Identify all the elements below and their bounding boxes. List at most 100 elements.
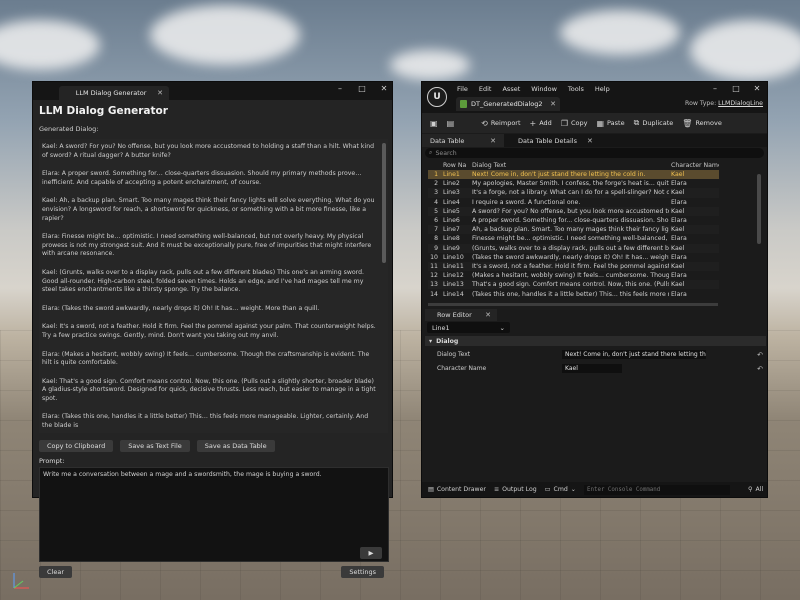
close-window-icon[interactable]: ✕ (380, 84, 388, 93)
send-button[interactable]: ▶ (360, 547, 382, 559)
maximize-icon[interactable]: □ (732, 84, 740, 93)
content-drawer-label: Content Drawer (436, 486, 486, 493)
cloud (150, 5, 300, 65)
reset-icon[interactable]: ↶ (757, 365, 763, 373)
axis-gizmo (13, 573, 29, 589)
table-row[interactable]: 10 Line10 (Takes the sword awkwardly, near… (428, 253, 719, 262)
dialog-text-cell: (Takes this one, handles it a little bet… (472, 290, 669, 298)
row-name-cell: Line13 (443, 281, 464, 289)
dialog-line: Kael: (Grunts, walks over to a display r… (42, 268, 364, 294)
all-label: All (755, 486, 764, 493)
table-row[interactable]: 1 Line1 Next! Come in, don't just stand th… (428, 170, 719, 180)
table-row[interactable]: 7 Line7 Ah, a backup plan. Smart. Too many… (428, 225, 719, 235)
menu-asset[interactable]: Asset (502, 85, 520, 93)
row-number: 12 (430, 272, 438, 280)
add-icon: + (529, 118, 537, 128)
search-icon: ⌕ (429, 149, 433, 156)
window-controls: – □ ✕ (711, 84, 761, 93)
save-text-file-button[interactable]: Save as Text File (120, 440, 190, 452)
output-log-button[interactable]: ≡ Output Log (494, 486, 537, 493)
paste-button[interactable]: ▦ Paste (596, 119, 624, 128)
minimize-icon[interactable]: – (711, 84, 719, 93)
maximize-icon[interactable]: □ (358, 84, 366, 93)
property-dialog-text: Dialog Text Next! Come in, don't just st… (425, 348, 766, 361)
table-row[interactable]: 13 Line13 That's a good sign. Comfort mean… (428, 280, 719, 290)
scrollbar[interactable] (757, 174, 761, 244)
save-icon[interactable]: ▣ (430, 119, 438, 128)
generated-dialog-output[interactable]: Kael: A sword? For you? No offense, but … (39, 139, 388, 433)
row-select[interactable]: Line1 ⌄ (427, 322, 510, 333)
save-data-table-button[interactable]: Save as Data Table (196, 440, 275, 452)
menu-window[interactable]: Window (531, 85, 557, 93)
tab-data-table-details[interactable]: Data Table Details ✕ (510, 134, 601, 147)
row-number: 1 (434, 171, 438, 179)
minimize-icon[interactable]: – (336, 84, 344, 93)
column-header-character-name[interactable]: Character Name (669, 162, 719, 169)
close-icon[interactable]: ✕ (485, 311, 491, 319)
tab-data-table[interactable]: Data Table ✕ (422, 134, 504, 147)
column-header-row-name[interactable]: Row Na (441, 162, 470, 169)
table-row[interactable]: 3 Line3 It's a forge, not a library. What … (428, 188, 719, 198)
tab-llm-dialog-generator[interactable]: LLM Dialog Generator ✕ (59, 86, 169, 100)
menu-help[interactable]: Help (595, 85, 610, 93)
row-number: 6 (434, 217, 438, 225)
output-log-icon: ≡ (493, 486, 500, 493)
row-type-link[interactable]: LLMDialogLine (718, 100, 763, 107)
copy-button[interactable]: ❐ Copy (561, 119, 588, 128)
dialog-text-cell: A proper sword. Something for... close-q… (472, 217, 669, 225)
close-icon[interactable]: ✕ (550, 100, 556, 108)
table-row[interactable]: 8 Line8 Finesse might be... optimistic. I … (428, 234, 719, 243)
all-button[interactable]: ⚲ All (748, 486, 763, 493)
copy-to-clipboard-button[interactable]: Copy to Clipboard (39, 440, 114, 452)
dialog-text-field[interactable]: Next! Come in, don't just stand there le… (562, 350, 706, 359)
close-icon[interactable]: ✕ (490, 137, 496, 145)
scrollbar[interactable] (382, 143, 386, 263)
close-icon[interactable]: ✕ (157, 89, 163, 97)
cmd-label: Cmd (553, 486, 568, 493)
cmd-dropdown[interactable]: ▭ Cmd ⌄ (545, 486, 576, 493)
reimport-button[interactable]: ⟲ Reimport (481, 119, 520, 128)
tab-row-editor[interactable]: Row Editor ✕ (425, 309, 497, 321)
content-drawer-button[interactable]: ▤ Content Drawer (428, 486, 486, 493)
search-input[interactable]: ⌕ Search (425, 148, 764, 158)
remove-label: Remove (695, 119, 722, 127)
table-row[interactable]: 4 Line4 I require a sword. A functional on… (428, 198, 719, 207)
table-row[interactable]: 12 Line12 (Makes a hesitant, wobbly swing)… (428, 271, 719, 280)
reset-icon[interactable]: ↶ (757, 351, 763, 359)
close-icon[interactable]: ✕ (587, 137, 593, 145)
menu-file[interactable]: File (457, 85, 468, 93)
horizontal-scrollbar[interactable] (428, 303, 718, 306)
table-row[interactable]: 11 Line11 It's a sword, not a feather. Hol… (428, 261, 719, 272)
table-row[interactable]: 9 Line9 (Grunts, walks over to a display r… (428, 243, 719, 253)
character-name-field[interactable]: Kael (562, 364, 622, 373)
table-row[interactable]: 14 Line14 (Takes this one, handles it a li… (428, 289, 719, 298)
row-name-cell: Line11 (443, 262, 464, 270)
row-select-value: Line1 (432, 323, 450, 332)
table-row[interactable]: 2 Line2 My apologies, Master Smith. I conf… (428, 179, 719, 188)
table-row[interactable]: 5 Line5 A sword? For you? No offense, but … (428, 206, 719, 216)
table-row[interactable]: 6 Line6 A proper sword. Something for... c… (428, 216, 719, 225)
close-window-icon[interactable]: ✕ (753, 84, 761, 93)
dialog-text-cell: Finesse might be... optimistic. I need s… (472, 235, 669, 243)
dialog-text-cell: Ah, a backup plan. Smart. Too many mages… (472, 226, 669, 234)
terminal-icon: ▭ (544, 486, 551, 493)
row-type-label: Row Type: (685, 100, 717, 107)
search-placeholder: Search (435, 149, 457, 157)
remove-button[interactable]: 🗑 Remove (682, 119, 722, 128)
row-number: 5 (434, 207, 438, 215)
character-name-cell: Elara (671, 290, 687, 298)
menu-edit[interactable]: Edit (479, 85, 492, 93)
tab-dt-generated-dialog[interactable]: DT_GeneratedDialog2 ✕ (456, 97, 560, 111)
menu-tools[interactable]: Tools (568, 85, 584, 93)
console-command-input[interactable]: Enter Console Command (583, 484, 730, 495)
prompt-input[interactable]: Write me a conversation between a mage a… (39, 467, 389, 562)
column-header-dialog-text[interactable]: Dialog Text (470, 162, 669, 169)
duplicate-button[interactable]: ⧉ Duplicate (634, 118, 674, 128)
browse-icon[interactable]: ▤ (447, 119, 455, 128)
clear-button[interactable]: Clear (39, 566, 72, 578)
row-name-cell: Line6 (443, 217, 460, 225)
dialog-section-header[interactable]: ▾ Dialog (425, 336, 766, 346)
settings-button[interactable]: Settings (341, 566, 384, 578)
status-bar: ▤ Content Drawer ≡ Output Log ▭ Cmd ⌄ En… (422, 482, 767, 497)
add-button[interactable]: + Add (530, 119, 552, 128)
